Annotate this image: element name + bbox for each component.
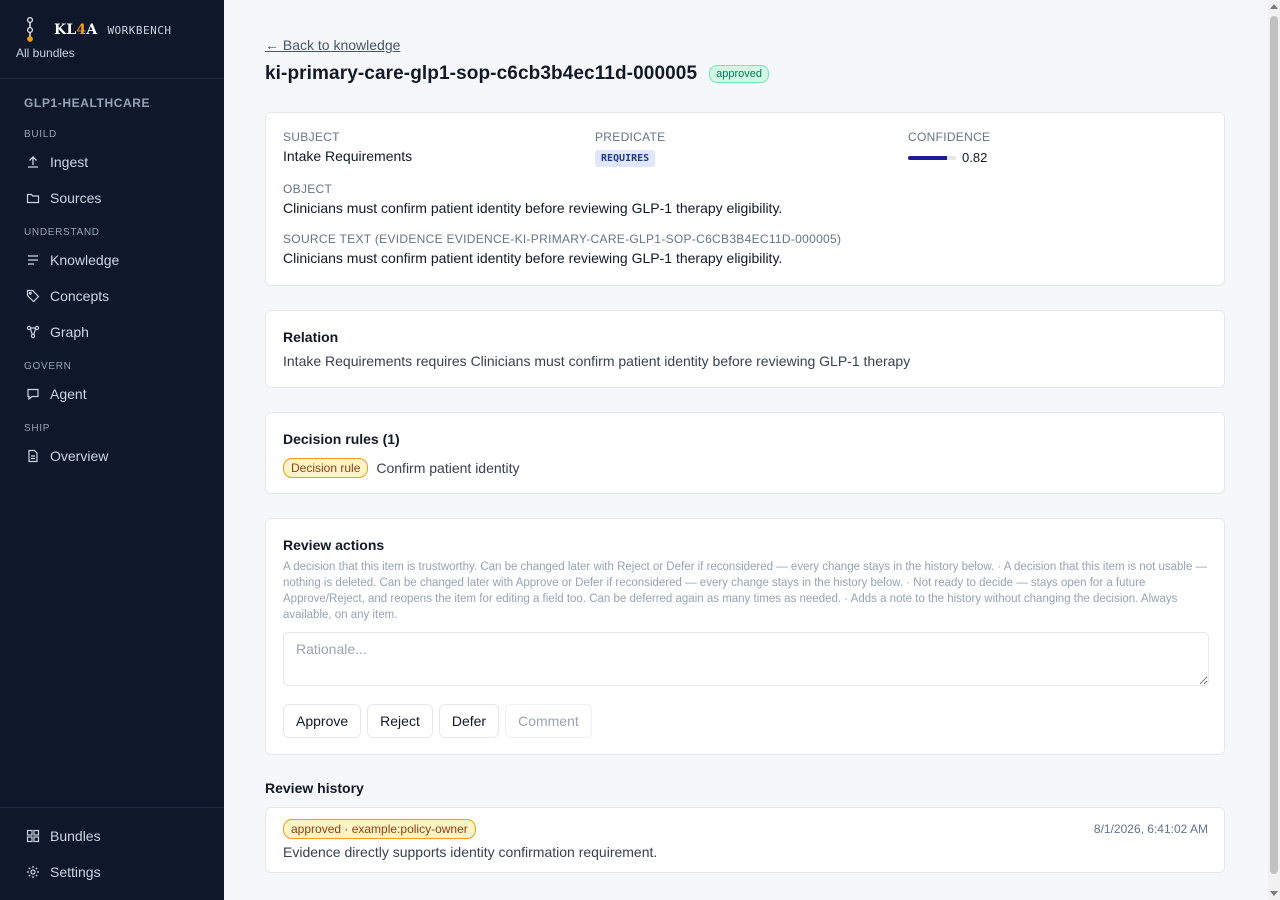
approve-button[interactable]: Approve — [283, 704, 362, 738]
reject-button[interactable]: Reject — [367, 704, 433, 738]
sidebar-item-label: Concepts — [50, 288, 110, 304]
defer-button[interactable]: Defer — [438, 704, 500, 738]
relation-title: Relation — [283, 329, 339, 345]
review-history-entry: approved · example:policy-owner 8/1/2026… — [265, 807, 1225, 873]
nav-section-ship: SHIP — [24, 423, 51, 434]
sidebar-item-ingest[interactable]: Ingest — [0, 144, 224, 180]
confidence-bar-fill — [908, 155, 948, 160]
decision-rule-tag: Decision rule — [283, 458, 369, 478]
relation-verb: requires — [416, 353, 467, 369]
bundle-title: GLP1-HEALTHCARE — [24, 96, 151, 110]
review-history-title: Review history — [265, 780, 364, 796]
brand-logo-link[interactable]: KL4A WORKBENCH — [16, 16, 208, 44]
object-field: OBJECT Clinicians must confirm patient i… — [283, 182, 782, 216]
history-entry-note: Evidence directly supports identity conf… — [283, 844, 658, 860]
sidebar-item-label: Overview — [50, 448, 109, 464]
all-bundles-link[interactable]: All bundles — [16, 46, 75, 60]
status-badge: approved — [709, 65, 769, 83]
gear-icon — [27, 866, 39, 878]
page-title: ki-primary-care-glp1-sop-c6cb3b4ec11d-00… — [265, 63, 698, 84]
comment-button[interactable]: Comment — [505, 704, 592, 738]
sidebar-item-overview[interactable]: Overview — [0, 438, 224, 474]
history-entry-timestamp: 8/1/2026, 6:41:02 AM — [1093, 822, 1208, 836]
confidence-label: CONFIDENCE — [908, 130, 991, 144]
sidebar-item-settings[interactable]: Settings — [0, 854, 224, 890]
title-row: ki-primary-care-glp1-sop-c6cb3b4ec11d-00… — [265, 63, 769, 85]
sidebar-item-concepts[interactable]: Concepts — [0, 278, 224, 314]
sidebar-item-label: Sources — [50, 190, 102, 206]
list-icon — [28, 255, 38, 265]
object-value: Clinicians must confirm patient identity… — [283, 200, 783, 216]
sidebar-item-label: Bundles — [50, 828, 101, 844]
sidebar-item-knowledge[interactable]: Knowledge — [0, 242, 224, 278]
subject-label: SUBJECT — [283, 130, 340, 144]
decision-rules-title: Decision rules (1) — [283, 431, 400, 447]
sidebar-item-agent[interactable]: Agent — [0, 376, 224, 412]
sidebar-item-label: Ingest — [50, 154, 89, 170]
confidence-bar — [908, 155, 956, 160]
sidebar-bottom: Bundles Settings — [0, 807, 224, 900]
page-scrollbar[interactable] — [1268, 0, 1280, 900]
object-label: OBJECT — [283, 182, 333, 196]
confidence-value: 0.82 — [962, 150, 988, 165]
review-actions-card: Review actions A decision that this item… — [265, 518, 1225, 755]
detail-card: SUBJECT Intake Requirements PREDICATE RE… — [265, 112, 1225, 286]
graph-icon — [26, 325, 40, 339]
source-text-field: SOURCE TEXT (EVIDENCE EVIDENCE-KI-PRIMAR… — [283, 232, 841, 266]
decision-rule-text: Confirm patient identity — [376, 460, 520, 476]
relation-subject-link[interactable]: Intake Requirements — [283, 353, 412, 369]
relation-object-link[interactable]: Clinicians must confirm patient identity… — [471, 353, 911, 369]
sidebar-item-bundles[interactable]: Bundles — [0, 818, 224, 854]
brand-header: KL4A WORKBENCH All bundles — [0, 0, 224, 79]
rationale-input[interactable] — [283, 632, 1209, 686]
source-text-value: Clinicians must confirm patient identity… — [283, 250, 783, 266]
sidebar-item-label: Knowledge — [50, 252, 120, 268]
sidebar-item-sources[interactable]: Sources — [0, 180, 224, 216]
scroll-thumb[interactable] — [1270, 16, 1278, 874]
nav-section-build: BUILD — [24, 129, 57, 140]
decision-rule-item[interactable]: Decision rule Confirm patient identity — [283, 458, 520, 478]
nav-section-understand: UNDERSTAND — [24, 227, 100, 238]
decision-rules-card: Decision rules (1) Decision rule Confirm… — [265, 412, 1225, 494]
subject-field: SUBJECT Intake Requirements — [283, 130, 412, 164]
subject-value: Intake Requirements — [283, 148, 413, 164]
history-entry-tag: approved · example:policy-owner — [283, 819, 476, 839]
review-action-buttons: Approve Reject Defer Comment — [283, 704, 598, 738]
brand-name: KL4A — [54, 22, 98, 38]
brand-subtitle: WORKBENCH — [107, 23, 172, 37]
upload-icon — [28, 156, 38, 168]
folder-icon — [26, 193, 40, 204]
relation-sentence: Intake Requirements requires Clinicians … — [283, 353, 910, 369]
back-to-knowledge-link[interactable]: ← Back to knowledge — [265, 37, 400, 53]
scroll-down-arrow-icon[interactable] — [1270, 891, 1278, 896]
document-icon — [28, 449, 38, 463]
relation-card: Relation Intake Requirements requires Cl… — [265, 310, 1225, 388]
sidebar-item-label: Agent — [50, 386, 87, 402]
source-text-label: SOURCE TEXT (EVIDENCE EVIDENCE-KI-PRIMAR… — [283, 232, 842, 246]
predicate-field: PREDICATE REQUIRES — [595, 130, 666, 167]
predicate-label: PREDICATE — [595, 130, 666, 144]
main-content: ← Back to knowledge ki-primary-care-glp1… — [224, 0, 1268, 900]
confidence-field: CONFIDENCE 0.82 — [908, 130, 990, 165]
review-actions-title: Review actions — [283, 537, 385, 553]
chat-icon — [27, 388, 39, 401]
review-actions-help: A decision that this item is trustworthy… — [283, 561, 1208, 621]
scroll-up-arrow-icon[interactable] — [1270, 4, 1278, 9]
tag-icon — [26, 289, 40, 303]
sidebar-item-graph[interactable]: Graph — [0, 314, 224, 350]
sidebar-item-label: Graph — [50, 324, 89, 340]
logo-icon — [26, 16, 34, 42]
nav-section-govern: GOVERN — [24, 361, 72, 372]
predicate-chip: REQUIRES — [595, 150, 656, 167]
sidebar: KL4A WORKBENCH All bundles GLP1-HEALTHCA… — [0, 0, 224, 900]
sidebar-item-label: Settings — [50, 864, 101, 880]
grid-icon — [26, 829, 40, 843]
